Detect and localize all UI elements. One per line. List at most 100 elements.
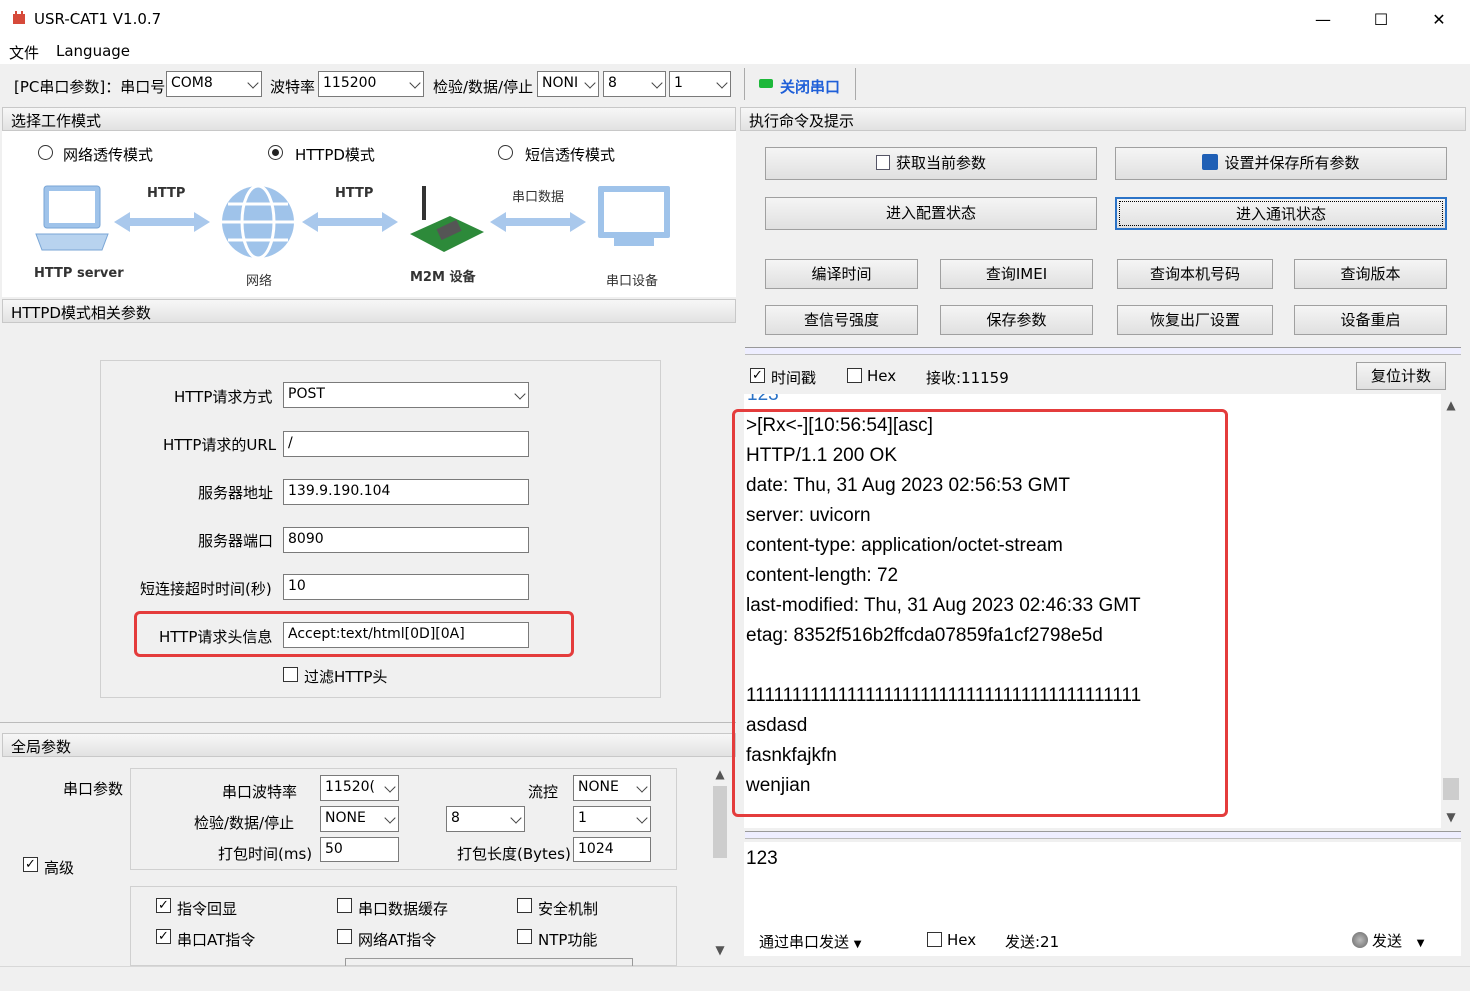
diagram-serial-data-label: 串口数据 <box>512 190 565 205</box>
save-params-button[interactable]: 保存参数 <box>940 305 1093 335</box>
menu-bar <box>0 38 1470 64</box>
cache-checkbox[interactable] <box>337 898 352 913</box>
advanced-label: 高级 <box>44 859 75 877</box>
title-bar <box>0 0 1470 38</box>
net-at-label: 网络AT指令 <box>358 931 437 949</box>
tx-hex-label: Hex <box>947 931 977 949</box>
parity-select[interactable]: NONI <box>537 71 599 97</box>
menu-file[interactable]: 文件 <box>9 42 39 63</box>
baud-select[interactable]: 115200 <box>318 71 424 97</box>
serial-at-label: 串口AT指令 <box>177 931 256 949</box>
reboot-button[interactable]: 设备重启 <box>1294 305 1447 335</box>
commands-header: 执行命令及提示 <box>740 107 1466 131</box>
diagram-m2m-label: M2M 设备 <box>410 270 476 285</box>
save-all-button[interactable]: 设置并保存所有参数 <box>1115 147 1447 180</box>
close-button[interactable]: ✕ <box>1416 6 1462 34</box>
pack-time-label: 打包时间(ms) <box>218 845 313 863</box>
sent-count: 发送:21 <box>1005 933 1060 951</box>
global-stopbits-select[interactable]: 1 <box>573 806 651 832</box>
timestamp-checkbox[interactable]: ✓ <box>750 368 765 383</box>
close-port-button[interactable]: 关闭串口 <box>780 76 840 97</box>
scroll-down-arrow[interactable]: ▼ <box>711 943 729 957</box>
send-text[interactable]: 123 <box>746 848 778 870</box>
net-at-checkbox[interactable] <box>337 929 352 944</box>
radio-network-mode[interactable] <box>38 145 53 160</box>
status-bar <box>0 966 1470 991</box>
http-header-input[interactable]: Accept:text/html[0D][0A] <box>283 622 529 648</box>
query-number-button[interactable]: 查询本机号码 <box>1117 259 1273 289</box>
reset-count-button[interactable]: 复位计数 <box>1356 362 1446 390</box>
filter-http-label: 过滤HTTP头 <box>304 668 388 686</box>
rx-scroll-thumb[interactable] <box>1443 778 1459 800</box>
baud-label: 波特率 <box>270 78 316 96</box>
ntp-checkbox[interactable] <box>517 929 532 944</box>
flow-label: 流控 <box>528 783 559 801</box>
server-address-input[interactable]: 139.9.190.104 <box>283 479 529 505</box>
pc-params-label: [PC串口参数]：串口号 <box>14 78 166 96</box>
get-params-button[interactable]: 获取当前参数 <box>765 147 1097 180</box>
ntp-label: NTP功能 <box>538 931 598 949</box>
scroll-up-arrow[interactable]: ▲ <box>711 767 729 781</box>
arrow-icon <box>490 212 586 232</box>
security-checkbox[interactable] <box>517 898 532 913</box>
port-select[interactable]: COM8 <box>166 71 262 97</box>
advanced-checkbox[interactable]: ✓ <box>23 857 38 872</box>
rx-hex-checkbox[interactable] <box>847 368 862 383</box>
query-imei-button[interactable]: 查询IMEI <box>940 259 1093 289</box>
dropdown-arrow-icon: ▼ <box>1416 938 1425 949</box>
radio-httpd-mode[interactable] <box>268 145 283 160</box>
databits-select[interactable]: 8 <box>603 71 666 97</box>
http-url-input[interactable]: / <box>283 431 529 457</box>
enter-config-button[interactable]: 进入配置状态 <box>765 197 1097 230</box>
serial-params-label: 串口参数 <box>63 780 124 798</box>
scroll-thumb[interactable] <box>713 786 727 858</box>
http-method-select[interactable]: POST <box>283 382 529 408</box>
timestamp-label: 时间戳 <box>771 369 817 387</box>
led-icon <box>759 79 773 88</box>
cache-label: 串口数据缓存 <box>358 900 449 918</box>
partial-control <box>345 958 633 966</box>
m2m-device-icon <box>410 186 484 252</box>
send-button[interactable]: 发送 ▼ <box>1352 930 1425 951</box>
query-signal-button[interactable]: 查信号强度 <box>765 305 918 335</box>
global-header: 全局参数 <box>2 733 736 757</box>
global-parity-select[interactable]: NONE <box>320 806 399 832</box>
rx-hex-label: Hex <box>867 367 897 385</box>
flow-select[interactable]: NONE <box>573 775 651 801</box>
maximize-button[interactable]: ☐ <box>1358 6 1404 34</box>
global-databits-select[interactable]: 8 <box>446 806 525 832</box>
compile-time-button[interactable]: 编译时间 <box>765 259 918 289</box>
window-title: USR-CAT1 V1.0.7 <box>34 10 162 28</box>
enter-comm-button[interactable]: 进入通讯状态 <box>1115 197 1447 230</box>
receive-scrollbar[interactable] <box>1441 394 1461 828</box>
radio-sms-label: 短信透传模式 <box>525 146 616 164</box>
menu-language[interactable]: Language <box>56 42 130 60</box>
echo-checkbox[interactable]: ✓ <box>156 898 171 913</box>
query-version-button[interactable]: 查询版本 <box>1294 259 1447 289</box>
server-port-input[interactable]: 8090 <box>283 527 529 553</box>
tx-hex-checkbox[interactable] <box>927 932 942 947</box>
search-doc-icon <box>875 155 890 170</box>
rx-scroll-down[interactable]: ▼ <box>1442 810 1460 824</box>
radio-sms-mode[interactable] <box>498 145 513 160</box>
minimize-button[interactable]: — <box>1300 6 1346 34</box>
factory-reset-button[interactable]: 恢复出厂设置 <box>1117 305 1273 335</box>
security-label: 安全机制 <box>538 900 599 918</box>
pack-len-input[interactable]: 1024 <box>573 837 651 862</box>
toolbar-divider-2 <box>855 68 856 100</box>
send-icon <box>1352 932 1368 948</box>
right-splitter-bottom[interactable] <box>745 831 1461 839</box>
send-via-dropdown[interactable]: 通过串口发送 ▼ <box>759 931 862 952</box>
pack-time-input[interactable]: 50 <box>320 837 399 862</box>
global-baud-select[interactable]: 11520( <box>320 775 399 801</box>
app-icon <box>13 11 25 24</box>
timeout-input[interactable]: 10 <box>283 574 529 600</box>
right-splitter-top[interactable] <box>745 347 1461 355</box>
diagram-network-label: 网络 <box>246 274 273 289</box>
globe-icon <box>222 184 294 260</box>
rx-scroll-up[interactable]: ▲ <box>1442 398 1460 412</box>
serial-at-checkbox[interactable]: ✓ <box>156 929 171 944</box>
left-splitter[interactable] <box>0 722 736 730</box>
filter-http-checkbox[interactable] <box>283 667 298 682</box>
stopbits-select[interactable]: 1 <box>669 71 731 97</box>
